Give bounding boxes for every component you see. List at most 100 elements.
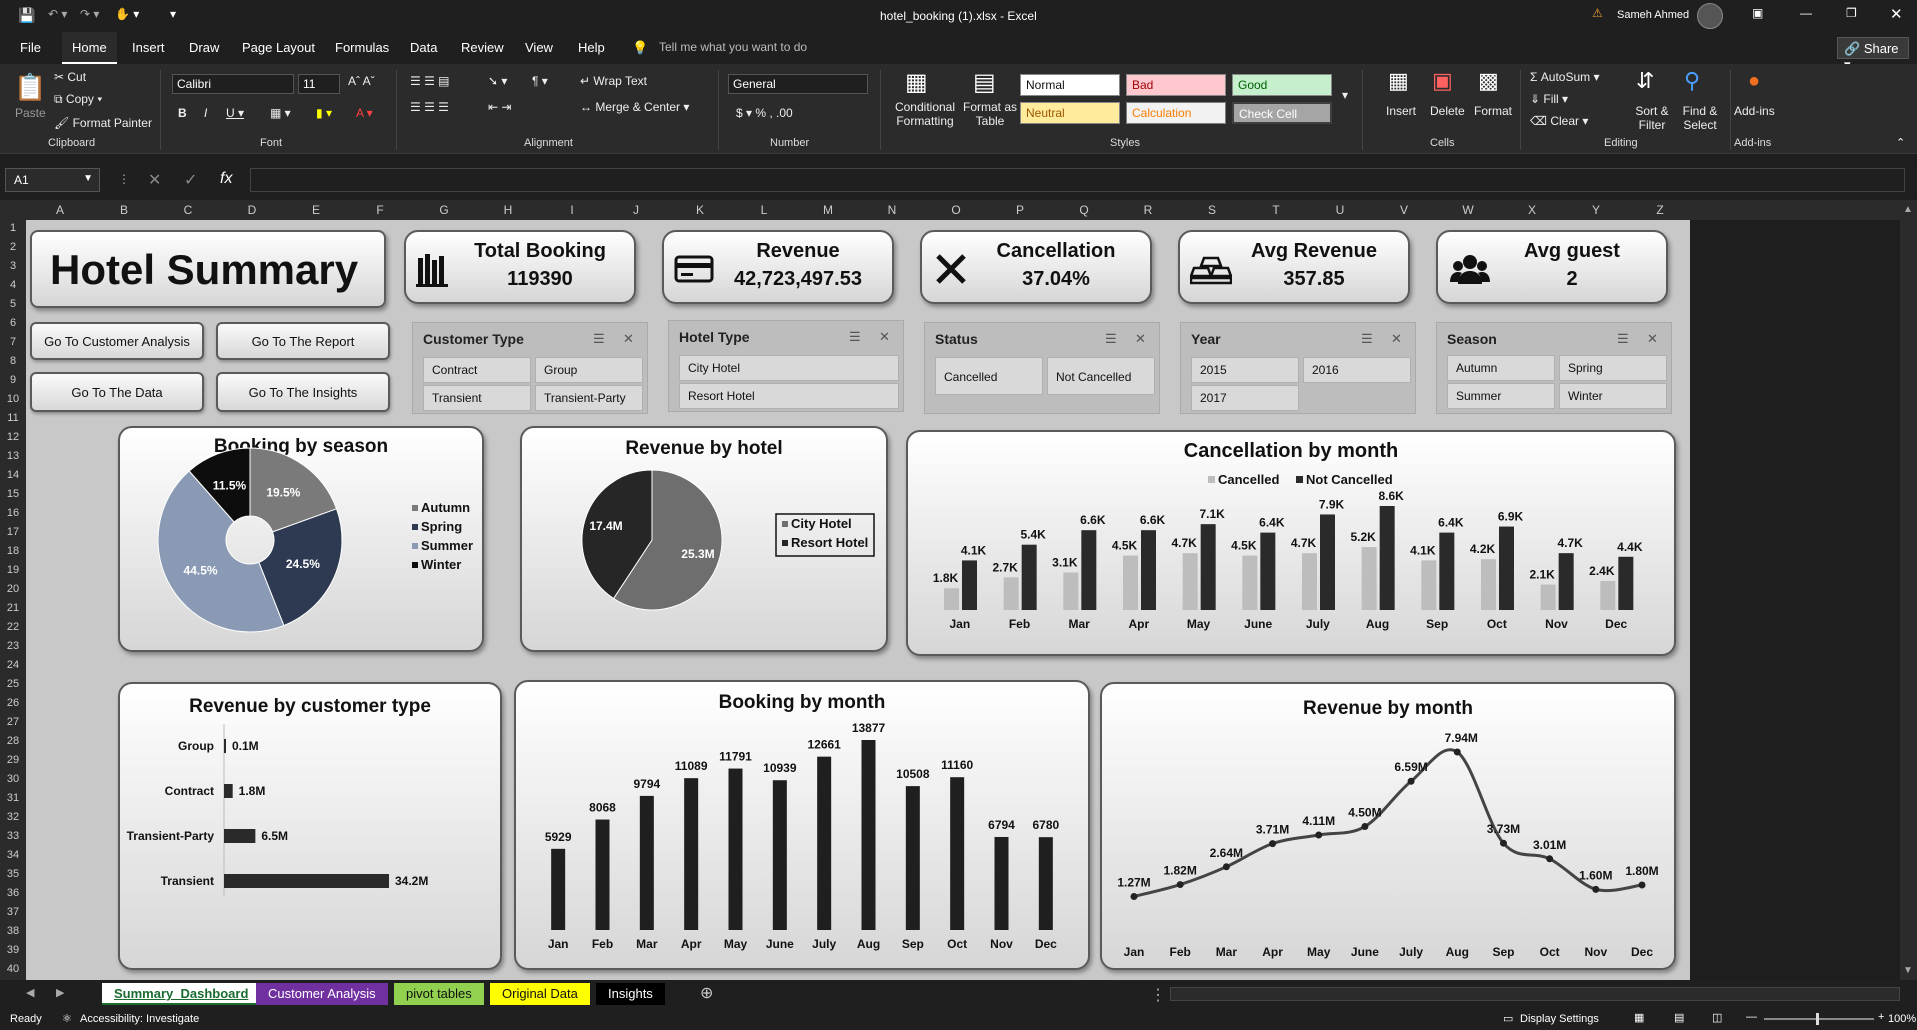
enter-icon[interactable]: ✓	[184, 170, 197, 190]
sort-filter-button[interactable]: Sort & Filter	[1630, 104, 1674, 132]
row-header[interactable]: 15	[0, 488, 26, 500]
horizontal-scrollbar[interactable]	[1170, 987, 1900, 1001]
row-header[interactable]: 14	[0, 469, 26, 481]
column-header[interactable]: N	[862, 203, 922, 217]
go-to-insights-button[interactable]: Go To The Insights	[216, 372, 390, 412]
add-ins-icon[interactable]: ●	[1748, 70, 1760, 93]
tab-insert[interactable]: Insert	[132, 40, 165, 55]
format-cells-icon[interactable]: ▩	[1478, 68, 1499, 94]
clear-filter-icon[interactable]: ✕	[879, 329, 890, 345]
page-break-view-icon[interactable]: ◫	[1712, 1011, 1722, 1024]
insert-function-icon[interactable]: fx	[220, 170, 232, 188]
conditional-formatting-button[interactable]: Conditional Formatting	[890, 100, 960, 128]
save-icon[interactable]: 💾	[18, 7, 35, 24]
collapse-ribbon-icon[interactable]: ⌃	[1896, 136, 1905, 149]
italic-button[interactable]: I	[204, 106, 207, 120]
row-header[interactable]: 17	[0, 526, 26, 538]
zoom-slider-thumb[interactable]	[1816, 1013, 1819, 1025]
zoom-slider[interactable]	[1764, 1018, 1874, 1020]
delete-cells-icon[interactable]: ▣	[1432, 68, 1453, 94]
row-header[interactable]: 34	[0, 849, 26, 861]
column-header[interactable]: B	[94, 203, 154, 217]
column-header[interactable]: T	[1246, 203, 1306, 217]
redo-icon[interactable]: ↷ ▾	[80, 7, 99, 21]
format-as-table-icon[interactable]: ▤	[973, 68, 996, 97]
prev-sheet-icon[interactable]: ◀	[26, 986, 34, 999]
ribbon-display-icon[interactable]: ▣	[1752, 6, 1763, 20]
accessibility-status[interactable]: Accessibility: Investigate	[80, 1013, 199, 1025]
slicer-item[interactable]: Summer	[1447, 383, 1555, 409]
column-header[interactable]: P	[990, 203, 1050, 217]
multi-select-icon[interactable]: ☰	[849, 329, 861, 345]
tab-review[interactable]: Review	[461, 40, 504, 55]
borders-icon[interactable]: ▦ ▾	[270, 106, 291, 120]
column-header[interactable]: M	[798, 203, 858, 217]
row-header[interactable]: 35	[0, 868, 26, 880]
row-header[interactable]: 26	[0, 697, 26, 709]
scroll-down-icon[interactable]: ▼	[1903, 965, 1913, 976]
rtl-icon[interactable]: ¶ ▾	[532, 74, 548, 88]
row-header[interactable]: 5	[0, 298, 26, 310]
row-header[interactable]: 8	[0, 355, 26, 367]
sheet-tab-original-data[interactable]: Original Data	[490, 983, 590, 1005]
row-header[interactable]: 40	[0, 963, 26, 975]
column-header[interactable]: C	[158, 203, 218, 217]
multi-select-icon[interactable]: ☰	[593, 331, 605, 347]
sheet-tab-insights[interactable]: Insights	[596, 983, 665, 1005]
wrap-text-button[interactable]: ↵ Wrap Text	[580, 74, 647, 88]
row-header[interactable]: 24	[0, 659, 26, 671]
tab-home[interactable]: Home	[62, 32, 117, 64]
vertical-scrollbar[interactable]: ▲ ▼	[1900, 200, 1917, 980]
tab-formulas[interactable]: Formulas	[335, 40, 389, 55]
font-name-select[interactable]: Calibri	[172, 74, 294, 94]
go-to-data-button[interactable]: Go To The Data	[30, 372, 204, 412]
row-header[interactable]: 29	[0, 754, 26, 766]
column-header[interactable]: G	[414, 203, 474, 217]
sheet-tab-customer-analysis[interactable]: Customer Analysis	[256, 983, 388, 1005]
column-header[interactable]: H	[478, 203, 538, 217]
find-select-icon[interactable]: ⚲	[1684, 68, 1700, 94]
row-header[interactable]: 20	[0, 583, 26, 595]
tab-page-layout[interactable]: Page Layout	[242, 40, 315, 55]
underline-button[interactable]: U ▾	[226, 106, 244, 120]
slicer-item[interactable]: Transient-Party	[535, 385, 643, 411]
formula-input[interactable]	[250, 168, 1905, 192]
row-header[interactable]: 21	[0, 602, 26, 614]
tab-file[interactable]: File	[20, 40, 41, 55]
slicer-item[interactable]: City Hotel	[679, 355, 899, 381]
column-header[interactable]: I	[542, 203, 602, 217]
grow-font-icon[interactable]: Aˆ Aˇ	[348, 74, 375, 88]
conditional-formatting-icon[interactable]: ▦	[905, 68, 928, 97]
row-header[interactable]: 38	[0, 925, 26, 937]
customize-toolbar-icon[interactable]: ▾	[170, 7, 176, 21]
font-color-icon[interactable]: A ▾	[356, 106, 373, 120]
slicer-item[interactable]: 2015	[1191, 357, 1299, 383]
page-layout-view-icon[interactable]: ▤	[1674, 1011, 1684, 1024]
style-bad[interactable]: Bad	[1126, 74, 1226, 96]
row-header[interactable]: 22	[0, 621, 26, 633]
row-header[interactable]: 3	[0, 260, 26, 272]
sheet-empty-area[interactable]	[1690, 220, 1900, 980]
cut-button[interactable]: ✂ Cut	[54, 70, 86, 84]
column-header[interactable]: R	[1118, 203, 1178, 217]
zoom-level[interactable]: 100%	[1888, 1013, 1916, 1025]
row-header[interactable]: 10	[0, 393, 26, 405]
style-calculation[interactable]: Calculation	[1126, 102, 1226, 124]
currency-icon[interactable]: $ ▾ % , .00	[736, 106, 793, 120]
column-header[interactable]: W	[1438, 203, 1498, 217]
tab-split-icon[interactable]: ⋮	[1150, 985, 1166, 1005]
display-settings-icon[interactable]: ▭	[1503, 1012, 1513, 1025]
column-header[interactable]: V	[1374, 203, 1434, 217]
clear-filter-icon[interactable]: ✕	[623, 331, 634, 347]
row-header[interactable]: 18	[0, 545, 26, 557]
row-header[interactable]: 9	[0, 374, 26, 386]
row-header[interactable]: 28	[0, 735, 26, 747]
touch-mode-icon[interactable]: ✋ ▾	[115, 7, 139, 21]
next-sheet-icon[interactable]: ▶	[56, 986, 64, 999]
name-box[interactable]: A1 ▼	[5, 168, 100, 192]
tab-draw[interactable]: Draw	[189, 40, 219, 55]
close-icon[interactable]: ✕	[1890, 5, 1903, 23]
row-header[interactable]: 12	[0, 431, 26, 443]
row-header[interactable]: 32	[0, 811, 26, 823]
insert-cells-button[interactable]: Insert	[1386, 104, 1416, 118]
